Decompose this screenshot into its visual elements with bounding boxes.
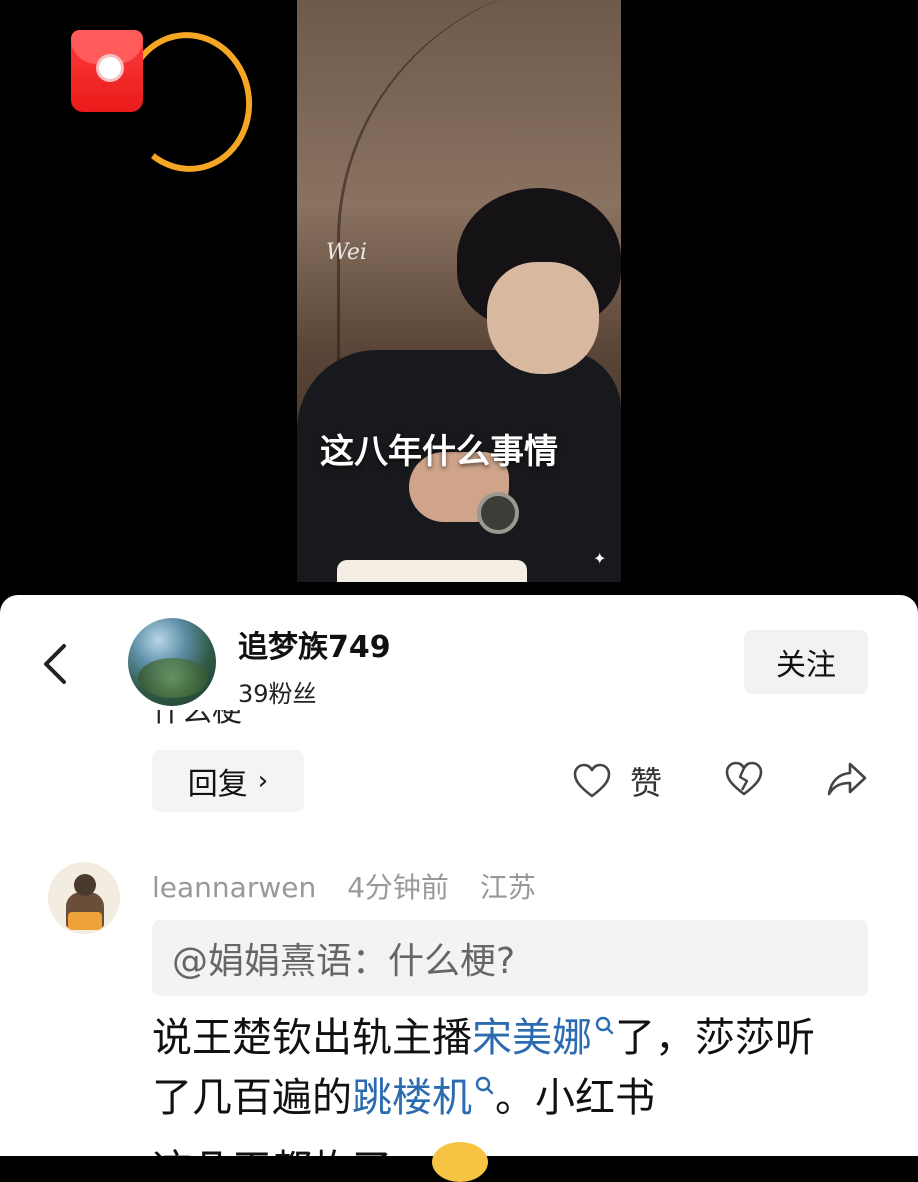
chevron-right-icon: › bbox=[257, 766, 269, 796]
author-avatar[interactable] bbox=[128, 618, 216, 706]
cup bbox=[337, 560, 527, 582]
commenter-avatar[interactable] bbox=[48, 862, 120, 934]
clipped-comment-text-content: 什么梗 bbox=[152, 710, 292, 724]
red-envelope-icon[interactable] bbox=[68, 23, 262, 181]
video-watermark: Wei bbox=[326, 240, 367, 265]
search-link-2[interactable]: 跳楼机 bbox=[352, 1075, 472, 1121]
back-arrow-icon[interactable] bbox=[36, 640, 80, 688]
comment-location: 江苏 bbox=[479, 871, 536, 904]
avatar-figure-head bbox=[74, 874, 96, 896]
reply-label: 回复 bbox=[187, 767, 248, 802]
avatar-figure-skirt bbox=[68, 912, 102, 930]
comment-body: 说王楚钦出轨主播宋美娜 了，莎莎听了几百遍的跳楼机 。小红书 bbox=[152, 1008, 852, 1128]
emoji-icon bbox=[432, 1142, 488, 1182]
clipped-comment-text: 什么梗 bbox=[152, 710, 292, 724]
video-frame[interactable] bbox=[297, 0, 621, 582]
reply-button[interactable]: 回复 › bbox=[152, 750, 304, 812]
comment-time: 4分钟前 bbox=[347, 871, 449, 904]
commenter-name[interactable]: leannarwen bbox=[152, 871, 316, 904]
search-icon bbox=[595, 1016, 614, 1035]
share-arrow-icon[interactable] bbox=[826, 760, 868, 798]
video-area[interactable]: Wei 这八年什么事情 ✦ bbox=[0, 0, 918, 600]
comment-body-part1: 说王楚钦出轨主播 bbox=[152, 1015, 472, 1061]
like-label: 赞 bbox=[630, 764, 663, 802]
sparkle-icon: ✦ bbox=[593, 549, 607, 568]
comment-body-part3: 。小红书 bbox=[495, 1075, 655, 1121]
wristwatch bbox=[477, 492, 519, 534]
person-face bbox=[487, 262, 599, 374]
comment-meta: leannarwen 4分钟前 江苏 bbox=[152, 866, 558, 906]
like-button[interactable]: 赞 bbox=[572, 758, 662, 804]
search-link-1[interactable]: 宋美娜 bbox=[472, 1015, 592, 1061]
author-name[interactable]: 追梦族749 bbox=[238, 622, 391, 666]
video-subtitle: 这八年什么事情 bbox=[320, 432, 558, 472]
heart-icon bbox=[573, 763, 611, 798]
quoted-reply[interactable]: @娟娟熹语：什么梗? bbox=[152, 920, 868, 996]
search-icon bbox=[475, 1076, 494, 1095]
broken-heart-icon[interactable] bbox=[724, 760, 764, 798]
author-fans-count: 39粉丝 bbox=[238, 680, 317, 708]
follow-button[interactable]: 关注 bbox=[744, 630, 868, 694]
red-envelope-coin bbox=[96, 54, 124, 82]
